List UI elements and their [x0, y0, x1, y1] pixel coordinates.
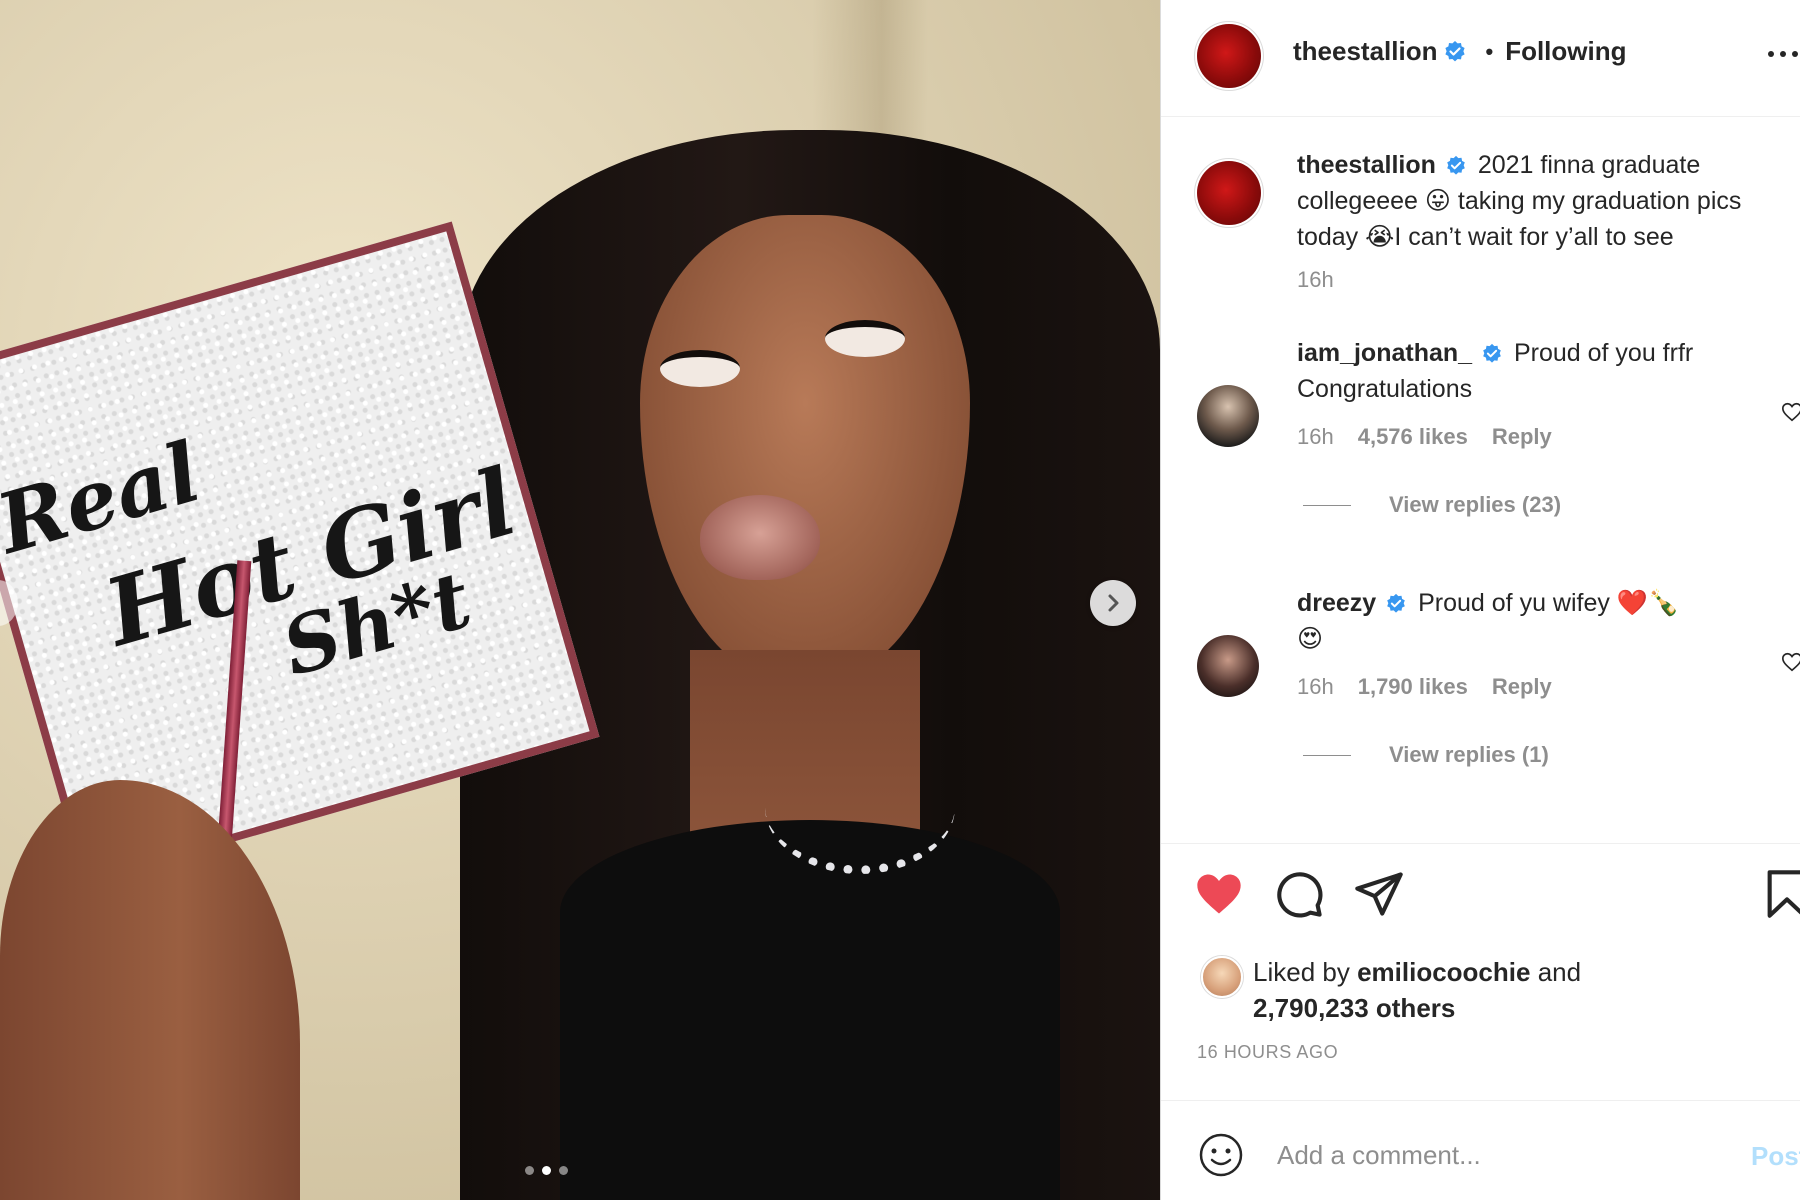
liker-avatar[interactable]: [1201, 956, 1243, 998]
caption-line1: 2021 finna graduate: [1477, 151, 1701, 179]
header-username[interactable]: theestallion: [1293, 36, 1437, 67]
bookmark-icon[interactable]: [1761, 868, 1800, 920]
post-header: theestallion • Following: [1161, 0, 1800, 117]
comment-username[interactable]: dreezy: [1297, 589, 1376, 617]
view-replies-label: View replies (1): [1389, 742, 1549, 767]
heart-icon[interactable]: [1193, 868, 1245, 920]
caption-line2a: collegeeee: [1297, 187, 1418, 215]
comment-like-heart-icon[interactable]: [1781, 401, 1800, 423]
header-user: theestallion • Following: [1293, 36, 1627, 67]
caption-emoji-crying: 😭: [1365, 223, 1395, 251]
liked-by-and: and: [1537, 957, 1582, 987]
liked-by-user[interactable]: emiliocoochie: [1357, 957, 1530, 987]
comment-time[interactable]: 16h: [1297, 674, 1334, 700]
photo-lips: [700, 495, 820, 580]
comment-username[interactable]: iam_jonathan_: [1297, 339, 1472, 367]
add-comment-bar: Post: [1161, 1100, 1800, 1201]
carousel-dot-active: [542, 1166, 551, 1175]
view-replies-button[interactable]: View replies (23): [1303, 492, 1561, 518]
carousel-dot: [525, 1166, 534, 1175]
caption-avatar[interactable]: [1197, 161, 1261, 225]
chevron-right-icon: [1108, 594, 1119, 612]
photo-necklace: [765, 740, 955, 874]
comment-icon[interactable]: [1273, 868, 1325, 920]
commenter-avatar[interactable]: [1197, 385, 1259, 447]
post-comment-button[interactable]: Post: [1751, 1141, 1800, 1172]
caption-line3a: today: [1297, 223, 1359, 251]
author-avatar[interactable]: [1197, 24, 1261, 88]
verified-badge-icon: [1387, 594, 1405, 614]
carousel-next-button[interactable]: [1090, 580, 1136, 626]
comment-line2: 😍: [1297, 625, 1324, 653]
caption-meta: 16h: [1297, 267, 1334, 293]
comment-meta: 16h 1,790 likes Reply: [1297, 674, 1552, 700]
view-replies-line: [1303, 504, 1351, 506]
comments-list[interactable]: theestallion 2021 finna graduate college…: [1161, 117, 1800, 843]
carousel-indicator: [525, 1166, 568, 1175]
comment-line2: Congratulations: [1297, 375, 1473, 403]
post-side-panel: theestallion • Following theestallion 20…: [1160, 0, 1800, 1200]
comment-text: iam_jonathan_ Proud of you frfr Congratu…: [1297, 335, 1800, 407]
post-actions: Liked by emiliocoochie and 2,790,233 oth…: [1161, 843, 1800, 1100]
caption-time[interactable]: 16h: [1297, 267, 1334, 293]
comment-emojis: ❤️🍾: [1616, 589, 1680, 617]
comment-line1: Proud of yu wifey: [1418, 589, 1610, 617]
photo-eye-left: [660, 350, 740, 387]
caption-line2b: taking my graduation pics: [1457, 187, 1742, 215]
view-replies-line: [1303, 754, 1351, 756]
verified-badge-icon: [1447, 156, 1465, 176]
photo-eye-right: [825, 320, 905, 357]
likes-summary: Liked by emiliocoochie and 2,790,233 oth…: [1253, 954, 1581, 1026]
comment-likes[interactable]: 4,576 likes: [1358, 424, 1468, 450]
comment-likes[interactable]: 1,790 likes: [1358, 674, 1468, 700]
photo-black-top: [560, 820, 1060, 1200]
comment-reply-button[interactable]: Reply: [1492, 424, 1552, 450]
commenter-avatar[interactable]: [1197, 635, 1259, 697]
verified-badge-icon: [1445, 40, 1466, 61]
comment-like-heart-icon[interactable]: [1781, 651, 1800, 673]
liked-by-prefix: Liked by: [1253, 957, 1350, 987]
share-icon[interactable]: [1353, 868, 1405, 920]
caption-text: theestallion 2021 finna graduate college…: [1297, 147, 1800, 255]
caption-line3b: I can’t wait for y’all to see: [1394, 223, 1674, 251]
view-replies-label: View replies (23): [1389, 492, 1562, 517]
header-separator: •: [1485, 38, 1494, 64]
comment-line1: Proud of you frfr: [1513, 339, 1694, 367]
verified-badge-icon: [1483, 344, 1501, 364]
view-replies-button[interactable]: View replies (1): [1303, 742, 1549, 768]
post-media[interactable]: Real Hot Girl Sh*t: [0, 0, 1160, 1200]
comment-text: dreezy Proud of yu wifey ❤️🍾 😍: [1297, 585, 1800, 657]
comment-meta: 16h 4,576 likes Reply: [1297, 424, 1552, 450]
comment-input[interactable]: [1275, 1131, 1719, 1179]
caption-emoji-tongue: 😛: [1424, 187, 1451, 215]
liked-by-others[interactable]: 2,790,233 others: [1253, 993, 1455, 1023]
comment-reply-button[interactable]: Reply: [1492, 674, 1552, 700]
post-timestamp[interactable]: 16 HOURS AGO: [1197, 1042, 1338, 1063]
emoji-icon[interactable]: [1197, 1131, 1245, 1179]
following-button[interactable]: Following: [1505, 36, 1626, 67]
comment-time[interactable]: 16h: [1297, 424, 1334, 450]
photo-arm: [0, 780, 300, 1200]
carousel-dot: [559, 1166, 568, 1175]
caption-username[interactable]: theestallion: [1297, 151, 1436, 179]
more-options-icon[interactable]: [1765, 44, 1800, 64]
